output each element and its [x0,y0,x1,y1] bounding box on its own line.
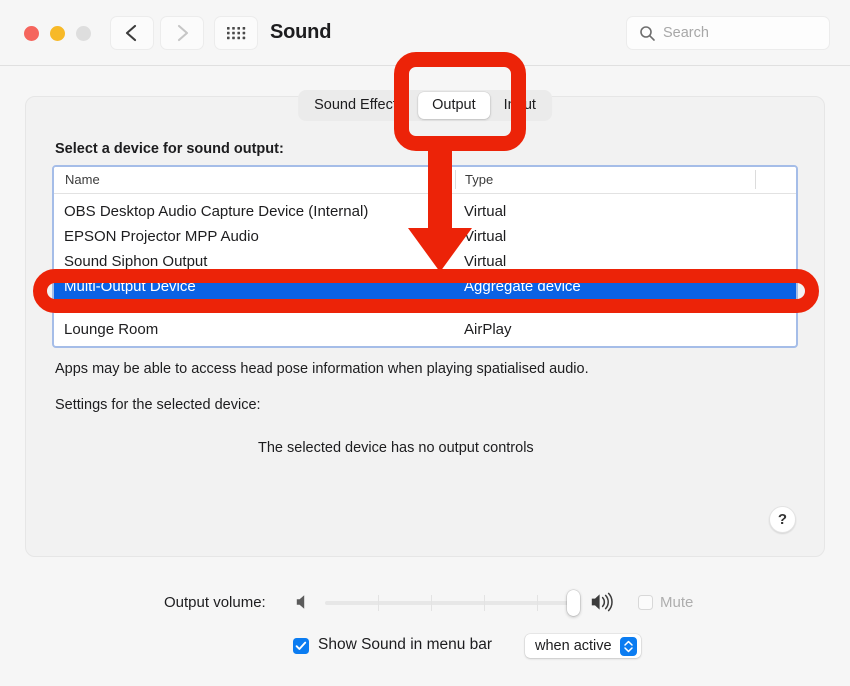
tab-input[interactable]: Input [490,92,550,119]
page-title: Sound [270,21,331,44]
column-divider[interactable] [755,170,756,189]
list-padding [54,194,796,201]
tab-sound-effects[interactable]: Sound Effects [300,92,418,119]
device-name: Sound Siphon Output [64,253,207,270]
output-device-list[interactable]: Name Type OBS Desktop Audio Capture Devi… [52,165,798,348]
mute-label: Mute [660,594,693,611]
speaker-high-icon [590,591,616,618]
table-row[interactable]: OBS Desktop Audio Capture Device (Intern… [54,201,796,226]
table-row[interactable]: Lounge Room AirPlay [54,319,796,344]
search-field[interactable]: Search [626,16,830,50]
device-type: Virtual [464,228,506,245]
device-name: EPSON Projector MPP Audio [64,228,259,245]
show-sound-in-menu-bar-label: Show Sound in menu bar [318,636,492,654]
slider-thumb[interactable] [567,590,580,616]
device-type: Virtual [464,253,506,270]
settings-for-device-label: Settings for the selected device: [55,397,261,413]
forward-button[interactable] [160,16,204,50]
chevron-up-down-icon [620,637,637,656]
zoom-window-button[interactable] [76,26,91,41]
search-placeholder: Search [663,25,709,41]
popup-value: when active [535,638,612,654]
checkmark-icon [295,640,307,652]
help-button[interactable]: ? [769,506,796,533]
slider-tick [378,595,379,611]
output-volume-label: Output volume: [164,594,266,611]
slider-track[interactable] [325,601,580,605]
device-name: Multi-Output Device [64,278,196,295]
sound-preferences-window: Sound Search Sound Effects Output Input … [0,0,850,686]
grid-icon [215,17,257,49]
show-sound-in-menu-bar-checkbox[interactable] [293,638,309,654]
slider-tick [484,595,485,611]
table-row[interactable]: Sound Siphon Output Virtual [54,251,796,276]
output-volume-slider[interactable] [325,601,580,605]
list-gap [54,301,796,319]
column-header-type[interactable]: Type [465,172,493,187]
back-button[interactable] [110,16,154,50]
slider-tick [537,595,538,611]
device-type: Virtual [464,203,506,220]
table-row-selected[interactable]: Multi-Output Device Aggregate device [54,276,796,301]
speaker-low-icon [295,593,311,616]
mute-checkbox[interactable] [638,595,653,610]
table-row[interactable]: EPSON Projector MPP Audio Virtual [54,226,796,251]
menu-bar-visibility-popup[interactable]: when active [525,634,641,658]
spatial-audio-note: Apps may be able to access head pose inf… [55,361,589,377]
forward-chevron-icon [161,17,203,49]
device-type: AirPlay [464,321,512,338]
select-device-label: Select a device for sound output: [55,141,284,157]
column-divider[interactable] [455,170,456,189]
table-header-row: Name Type [54,167,796,194]
device-type: Aggregate device [464,278,581,295]
show-all-preferences-button[interactable] [214,16,258,50]
device-name: OBS Desktop Audio Capture Device (Intern… [64,203,368,220]
close-window-button[interactable] [24,26,39,41]
no-output-controls-message: The selected device has no output contro… [258,440,534,456]
slider-tick [431,595,432,611]
minimize-window-button[interactable] [50,26,65,41]
tab-output[interactable]: Output [418,92,490,119]
preference-tabs: Sound Effects Output Input [298,90,552,121]
device-name: Lounge Room [64,321,158,338]
search-icon [639,25,656,47]
back-chevron-icon [111,17,153,49]
column-header-name[interactable]: Name [65,172,100,187]
window-titlebar: Sound Search [0,0,850,66]
